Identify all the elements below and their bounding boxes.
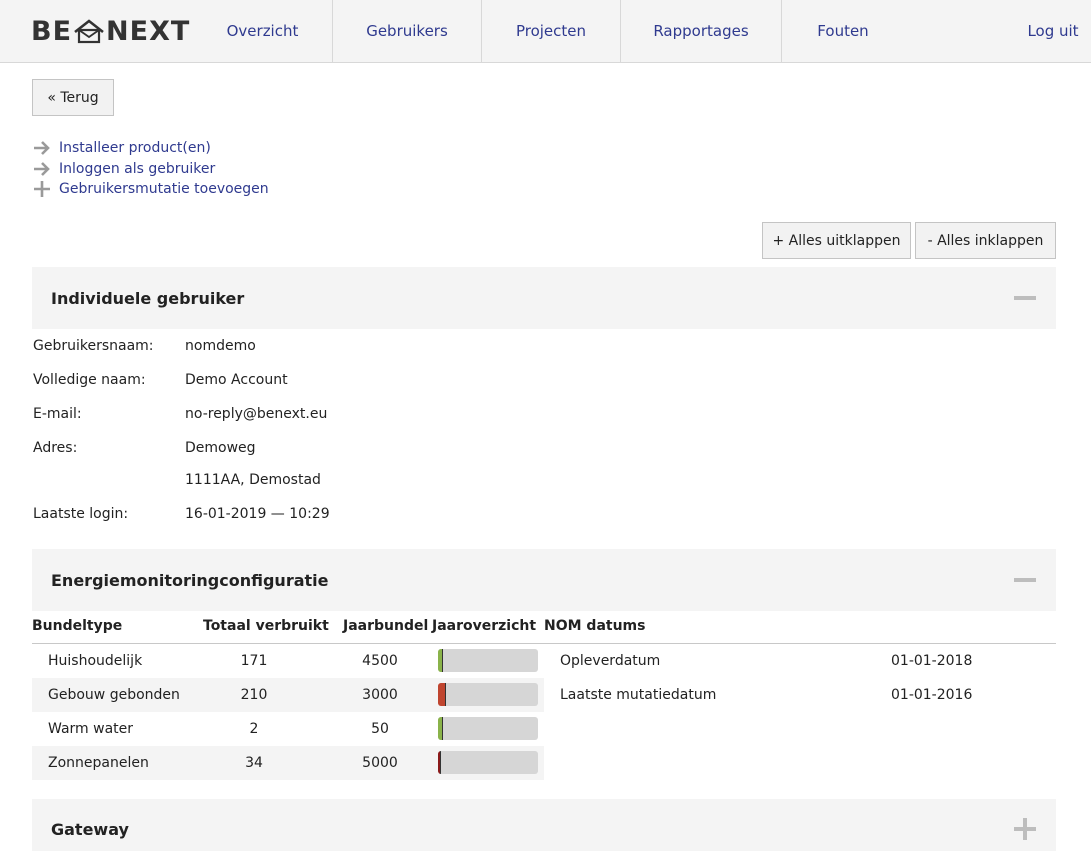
- cell-bundle-type: Zonnepanelen: [48, 755, 149, 771]
- nom-value-last-mutation: 01-01-2016: [891, 687, 973, 703]
- column-header-bundeltype: Bundeltype: [32, 618, 123, 634]
- progress-marker: [442, 649, 443, 672]
- progress-marker: [445, 683, 446, 706]
- back-button[interactable]: « Terug: [32, 79, 114, 116]
- collapse-minus-icon[interactable]: [1014, 287, 1036, 309]
- cell-total-used: 171: [240, 653, 268, 669]
- year-overview-progress-bar: [438, 717, 538, 740]
- cell-bundle-type: Warm water: [48, 721, 134, 737]
- nav-rapportages[interactable]: Rapportages: [621, 0, 781, 62]
- cell-total-used: 34: [245, 755, 263, 771]
- nom-value-delivery: 01-01-2018: [891, 653, 973, 669]
- top-navigation-bar: BE NEXT Overzicht Gebruikers Projecten R…: [0, 0, 1091, 63]
- cell-year-bundle: 5000: [362, 755, 398, 771]
- table-row: Gebouw gebonden 210 3000: [32, 678, 544, 712]
- nav-projecten[interactable]: Projecten: [482, 0, 620, 62]
- progress-marker: [442, 717, 443, 740]
- cell-year-bundle: 4500: [362, 653, 398, 669]
- year-overview-progress-bar: [438, 649, 538, 672]
- progress-marker: [440, 751, 441, 774]
- year-overview-progress-bar: [438, 751, 538, 774]
- nav-overzicht[interactable]: Overzicht: [210, 0, 315, 62]
- field-value-fullname: Demo Account: [185, 372, 288, 388]
- cell-total-used: 2: [249, 721, 259, 737]
- field-label-last-login: Laatste login:: [33, 506, 129, 522]
- action-label: Installeer product(en): [59, 140, 211, 156]
- benext-logo[interactable]: BE NEXT: [31, 14, 190, 48]
- cell-bundle-type: Gebouw gebonden: [48, 687, 180, 703]
- nom-label-last-mutation: Laatste mutatiedatum: [560, 687, 717, 703]
- action-install-products[interactable]: Installeer product(en): [33, 138, 211, 158]
- action-label: Inloggen als gebruiker: [59, 161, 216, 177]
- field-value-address-city: 1111AA, Demostad: [185, 472, 321, 488]
- cell-total-used: 210: [240, 687, 268, 703]
- logo-text-right: NEXT: [106, 15, 191, 47]
- table-row: Zonnepanelen 34 5000: [32, 746, 544, 780]
- table-row: Huishoudelijk 171 4500: [32, 644, 544, 678]
- section-header-user[interactable]: Individuele gebruiker: [32, 267, 1056, 329]
- section-title: Energiemonitoringconfiguratie: [51, 570, 329, 590]
- nav-fouten[interactable]: Fouten: [782, 0, 904, 62]
- action-login-as-user[interactable]: Inloggen als gebruiker: [33, 159, 215, 179]
- nom-label-delivery: Opleverdatum: [560, 653, 661, 669]
- cell-bundle-type: Huishoudelijk: [48, 653, 143, 669]
- section-title: Gateway: [51, 819, 129, 839]
- column-header-total-used: Totaal verbruikt: [203, 618, 329, 634]
- section-header-gateway[interactable]: Gateway: [32, 799, 1056, 851]
- expand-all-button[interactable]: + Alles uitklappen: [762, 222, 911, 259]
- field-label-username: Gebruikersnaam:: [33, 338, 154, 354]
- year-overview-progress-bar: [438, 683, 538, 706]
- collapse-all-button[interactable]: - Alles inklappen: [915, 222, 1056, 259]
- table-row: Warm water 2 50: [32, 712, 544, 746]
- section-header-energy[interactable]: Energiemonitoringconfiguratie: [32, 549, 1056, 611]
- field-value-last-login: 16-01-2019 — 10:29: [185, 506, 330, 522]
- field-value-username: nomdemo: [185, 338, 256, 354]
- action-add-user-mutation[interactable]: Gebruikersmutatie toevoegen: [33, 179, 269, 199]
- nav-gebruikers[interactable]: Gebruikers: [333, 0, 481, 62]
- field-label-address: Adres:: [33, 440, 78, 456]
- action-label: Gebruikersmutatie toevoegen: [59, 181, 269, 197]
- logo-house-icon: [74, 19, 104, 44]
- field-value-email: no-reply@benext.eu: [185, 406, 328, 422]
- expand-plus-icon[interactable]: [1014, 818, 1036, 840]
- logout-link[interactable]: Log uit: [1020, 0, 1086, 62]
- field-label-email: E-mail:: [33, 406, 82, 422]
- logo-text-left: BE: [31, 15, 73, 47]
- field-value-address-street: Demoweg: [185, 440, 256, 456]
- cell-year-bundle: 3000: [362, 687, 398, 703]
- field-label-fullname: Volledige naam:: [33, 372, 146, 388]
- plus-icon: [33, 180, 51, 198]
- cell-year-bundle: 50: [371, 721, 389, 737]
- column-header-nom-dates: NOM datums: [544, 618, 646, 634]
- column-header-year-overview: Jaaroverzicht: [432, 618, 537, 634]
- arrow-right-icon: [33, 139, 51, 157]
- collapse-minus-icon[interactable]: [1014, 569, 1036, 591]
- section-title: Individuele gebruiker: [51, 288, 245, 308]
- progress-fill: [438, 683, 445, 706]
- arrow-right-icon: [33, 160, 51, 178]
- column-header-year-bundle: Jaarbundel: [343, 618, 429, 634]
